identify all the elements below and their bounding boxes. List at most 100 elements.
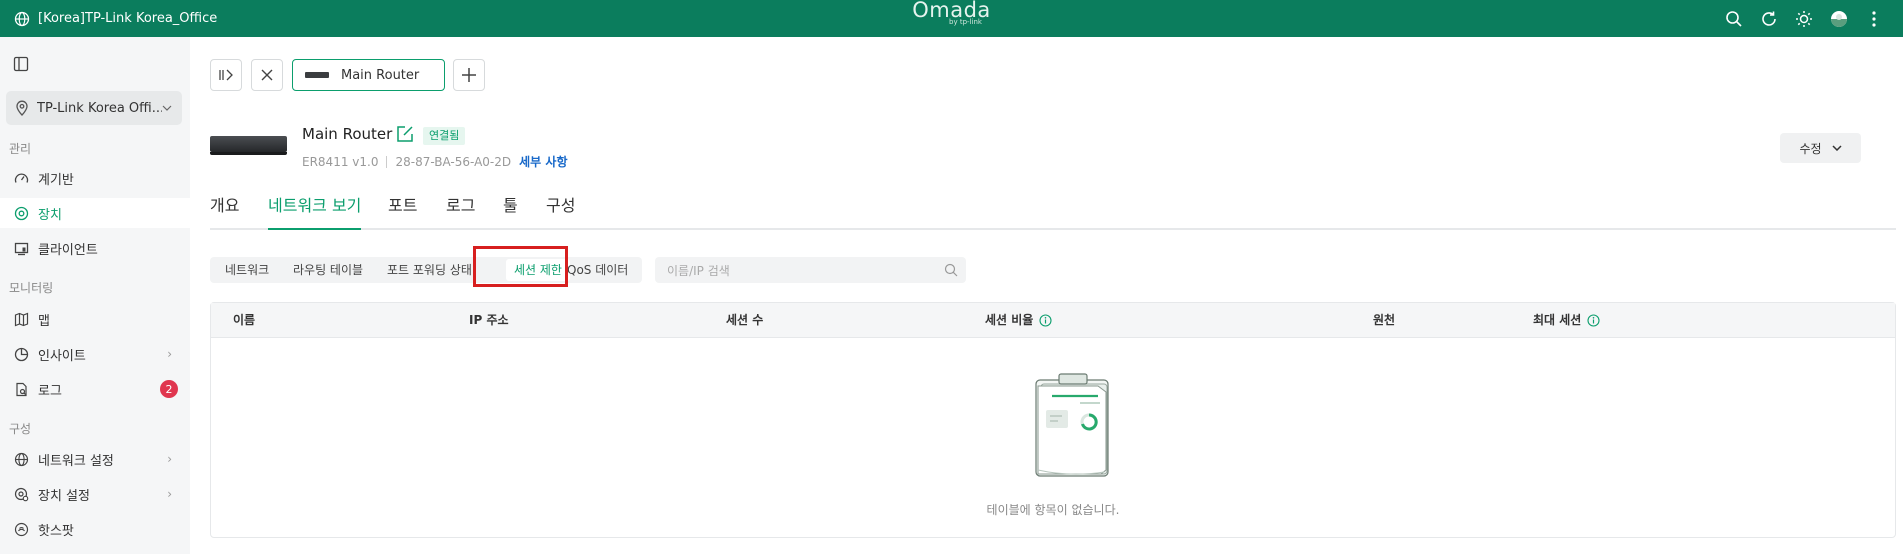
site-selector-label: TP-Link Korea Offi... xyxy=(37,100,162,116)
sidebar-item-label: 네트워크 설정 xyxy=(38,453,114,469)
sidebar-item-network-settings[interactable]: 네트워크 설정 › xyxy=(0,444,190,474)
tab-tools[interactable]: 툴 xyxy=(503,192,518,230)
sidebar-item-hotspot[interactable]: 핫스팟 xyxy=(0,514,190,544)
subtab-qos-data[interactable]: QoS 데이터 xyxy=(567,257,628,283)
device-info: ER8411 v1.0 28-87-BA-56-A0-2D 세부 사항 xyxy=(302,153,567,170)
more-vertical-icon[interactable] xyxy=(1865,10,1883,28)
device-target-icon xyxy=(13,205,29,221)
column-session-count[interactable]: 세션 수 xyxy=(726,303,763,338)
divider xyxy=(386,155,388,168)
highlight-box xyxy=(473,246,568,287)
sidebar-item-label: 맵 xyxy=(38,313,50,329)
sidebar-item-device-settings[interactable]: 장치 설정 › xyxy=(0,479,190,509)
refresh-icon[interactable] xyxy=(1760,10,1778,28)
sidebar-item-dashboard[interactable]: 계기반 xyxy=(0,163,190,193)
router-thumbnail xyxy=(305,72,329,78)
sidebar-item-label: 장치 설정 xyxy=(38,488,90,504)
router-image xyxy=(210,136,287,155)
site-title-area[interactable]: [Korea]TP-Link Korea_Office xyxy=(14,11,217,27)
chevron-right-icon: › xyxy=(167,347,172,361)
device-tabs: 개요 네트워크 보기 포트 로그 툴 구성 xyxy=(210,192,1896,230)
chevron-down-icon xyxy=(1832,145,1842,151)
edit-dropdown-button[interactable]: 수정 xyxy=(1780,133,1861,163)
subtab-bar: 네트워크 라우팅 테이블 포트 포워딩 상태 세션 제한 QoS 데이터 xyxy=(210,257,642,283)
sidebar-item-label: 로그 xyxy=(38,383,62,399)
device-gear-icon xyxy=(13,486,29,502)
sidebar-item-devices[interactable]: 장치 xyxy=(0,198,190,228)
location-pin-icon xyxy=(16,100,28,116)
sidebar-item-label: 장치 xyxy=(38,207,62,223)
tab-network-view[interactable]: 네트워크 보기 xyxy=(268,192,362,230)
empty-message: 테이블에 항목이 없습니다. xyxy=(986,503,1120,517)
empty-state: 테이블에 항목이 없습니다. xyxy=(211,338,1895,537)
device-model: ER8411 v1.0 xyxy=(302,154,379,169)
details-link[interactable]: 세부 사항 xyxy=(519,153,567,170)
search-icon xyxy=(944,263,958,280)
device-mac: 28-87-BA-56-A0-2D xyxy=(395,154,512,169)
device-tab-label: Main Router xyxy=(341,67,420,83)
close-icon xyxy=(261,69,273,81)
section-config: 구성 xyxy=(9,422,32,436)
client-monitor-icon xyxy=(13,240,29,256)
sidebar: TP-Link Korea Offi... 관리 계기반 장치 클라이언트 모니… xyxy=(0,37,190,554)
device-name: Main Router xyxy=(302,125,393,143)
tab-config[interactable]: 구성 xyxy=(546,192,575,230)
site-selector[interactable]: TP-Link Korea Offi... xyxy=(6,91,182,125)
pie-chart-icon xyxy=(13,346,29,362)
sidebar-item-insight[interactable]: 인사이트 › xyxy=(0,339,190,369)
sidebar-item-log[interactable]: 로그 2 xyxy=(0,374,190,404)
search-icon[interactable] xyxy=(1725,10,1743,28)
log-document-icon xyxy=(13,381,29,397)
hotspot-icon xyxy=(13,521,29,537)
theme-sun-icon[interactable] xyxy=(1795,10,1813,28)
top-bar: [Korea]TP-Link Korea_Office Omada by tp-… xyxy=(0,0,1903,37)
info-icon[interactable] xyxy=(1587,314,1600,327)
tab-ports[interactable]: 포트 xyxy=(388,192,417,230)
header-icons xyxy=(1725,0,1883,37)
globe-icon xyxy=(14,11,30,26)
sidebar-item-label: 클라이언트 xyxy=(38,242,98,258)
subtab-port-forwarding-status[interactable]: 포트 포워딩 상태 xyxy=(387,257,472,283)
search-input[interactable]: 이름/IP 검색 xyxy=(655,257,966,283)
close-button[interactable] xyxy=(251,59,283,91)
tab-logs[interactable]: 로그 xyxy=(446,192,475,230)
tab-overview[interactable]: 개요 xyxy=(210,192,239,230)
table-header: 이름 IP 주소 세션 수 세션 비율 원천 최대 세션 xyxy=(211,303,1895,338)
column-source[interactable]: 원천 xyxy=(1373,303,1395,338)
device-tab-main-router[interactable]: Main Router xyxy=(292,59,445,91)
subtab-routing-table[interactable]: 라우팅 테이블 xyxy=(293,257,363,283)
info-icon[interactable] xyxy=(1039,314,1052,327)
sidebar-item-clients[interactable]: 클라이언트 xyxy=(0,233,190,263)
empty-clipboard-icon xyxy=(1035,373,1109,477)
gauge-icon xyxy=(13,170,29,186)
site-title: [Korea]TP-Link Korea_Office xyxy=(38,11,218,26)
map-icon xyxy=(13,311,29,327)
globe-icon xyxy=(13,451,29,467)
add-tab-button[interactable] xyxy=(453,59,485,91)
avatar[interactable] xyxy=(1830,10,1848,28)
column-max-sessions[interactable]: 최대 세션 xyxy=(1533,303,1600,338)
subtab-network[interactable]: 네트워크 xyxy=(225,257,269,283)
log-count-badge: 2 xyxy=(160,380,178,398)
omada-logo: Omada by tp-link xyxy=(912,0,991,26)
search-placeholder: 이름/IP 검색 xyxy=(667,263,730,278)
column-session-ratio[interactable]: 세션 비율 xyxy=(985,303,1052,338)
chevron-right-icon: › xyxy=(167,487,172,501)
sidebar-item-label: 계기반 xyxy=(38,172,74,188)
chevron-down-icon xyxy=(162,105,172,111)
sidebar-item-map[interactable]: 맵 xyxy=(0,304,190,334)
edit-button-label: 수정 xyxy=(1799,141,1822,156)
column-ip-address[interactable]: IP 주소 xyxy=(469,303,509,338)
main-content: Main Router Main Router 연결됨 ER8411 v1.0 … xyxy=(190,37,1903,554)
sidebar-item-label: 핫스팟 xyxy=(38,523,74,539)
section-manage: 관리 xyxy=(9,142,32,156)
section-monitoring: 모니터링 xyxy=(9,281,54,295)
expand-panel-button[interactable] xyxy=(210,59,242,91)
sidebar-collapse-icon[interactable] xyxy=(13,56,29,76)
edit-icon[interactable] xyxy=(396,125,414,147)
expand-right-icon xyxy=(219,69,233,81)
status-badge: 연결됨 xyxy=(423,127,466,145)
column-name[interactable]: 이름 xyxy=(233,303,255,338)
chevron-right-icon: › xyxy=(167,452,172,466)
session-limit-table: 이름 IP 주소 세션 수 세션 비율 원천 최대 세션 테이블에 항목이 없습… xyxy=(210,302,1896,538)
